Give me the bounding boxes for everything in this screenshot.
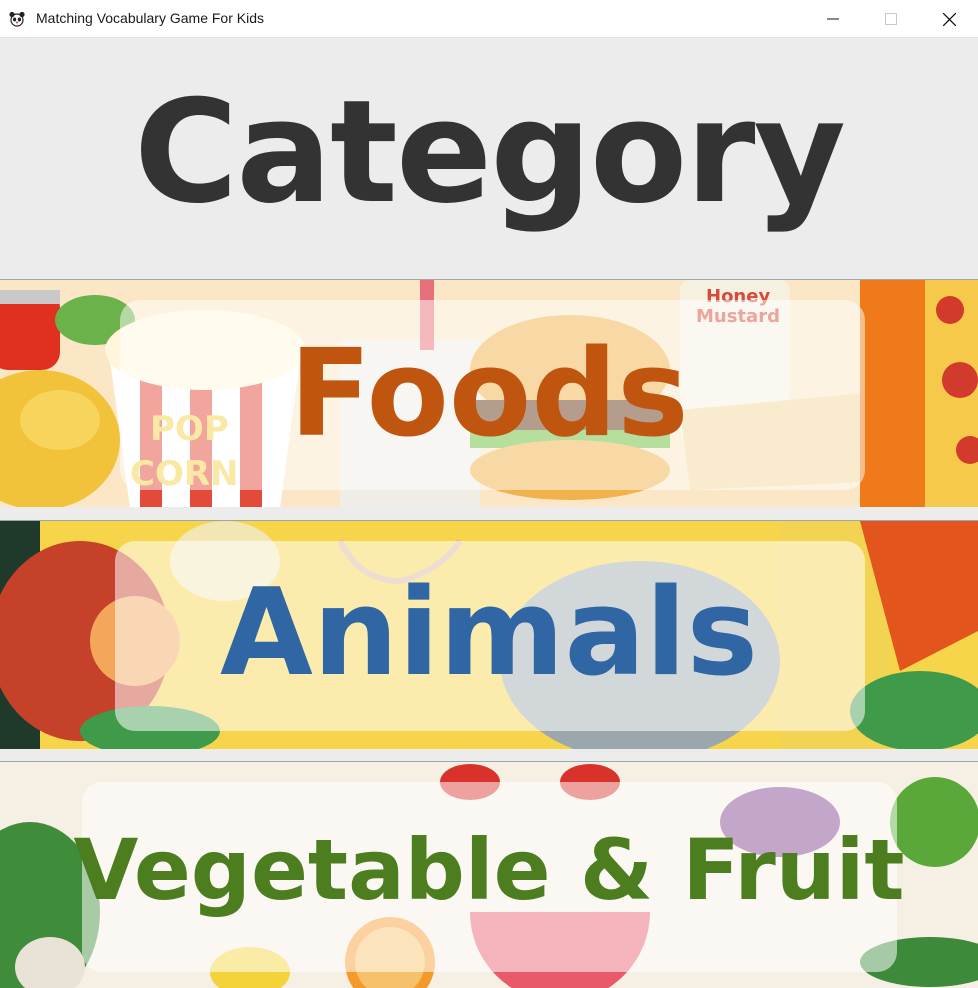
minimize-button[interactable] <box>804 0 862 38</box>
window-title: Matching Vocabulary Game For Kids <box>36 10 264 26</box>
page-title: Category <box>133 70 846 235</box>
panda-app-icon <box>8 10 26 28</box>
window-titlebar: Matching Vocabulary Game For Kids <box>0 0 978 38</box>
maximize-icon <box>885 13 897 25</box>
category-header: Category <box>0 38 978 279</box>
close-icon <box>942 12 956 26</box>
vegetable-fruit-label: Vegetable & Fruit <box>73 821 905 919</box>
foods-category-button[interactable]: POP CORN Honey Mustard Foods <box>0 279 978 507</box>
animals-label: Animals <box>219 564 758 703</box>
category-separator <box>0 507 978 520</box>
minimize-icon <box>827 18 839 20</box>
animals-category-button[interactable]: Animals <box>0 520 978 749</box>
close-button[interactable] <box>920 0 978 38</box>
foods-label: Foods <box>289 325 689 464</box>
maximize-button[interactable] <box>862 0 920 38</box>
category-separator <box>0 749 978 761</box>
vegetable-fruit-category-button[interactable]: Vegetable & Fruit <box>0 761 978 988</box>
